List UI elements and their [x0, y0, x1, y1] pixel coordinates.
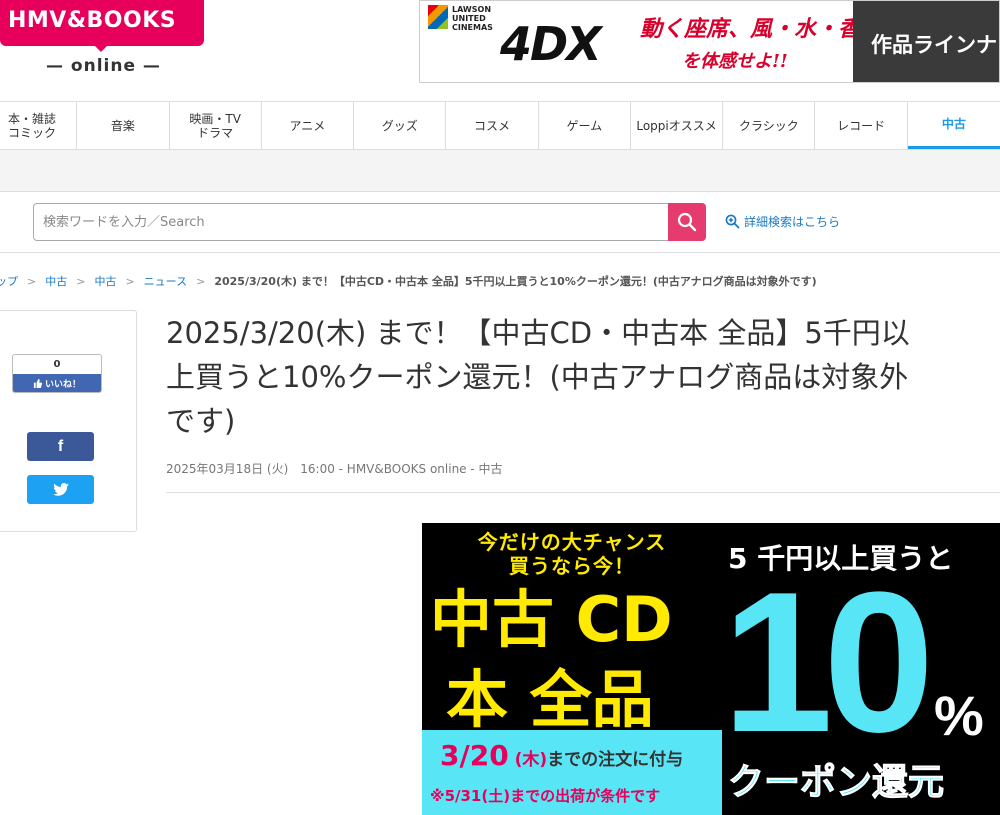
advanced-search-link[interactable]: 詳細検索はこちら	[725, 213, 840, 230]
promo-percent-sign: %	[934, 684, 984, 747]
promo-chance-line1: 今だけの大チャンス	[477, 530, 667, 554]
breadcrumb-separator: >	[196, 274, 206, 288]
nav-item-cosme[interactable]: コスメ	[446, 102, 539, 149]
breadcrumb-news[interactable]: ニュース	[144, 273, 187, 289]
lawson-logo: LAWSON UNITED CINEMAS	[428, 5, 493, 32]
article-divider	[166, 492, 1000, 493]
article-title: 2025/3/20(木) まで！【中古CD・中古本 全品】5千円以 上買うと10…	[166, 311, 1000, 446]
article-title-line2: 上買うと10%クーポン還元！(中古アナログ商品は対象外	[166, 360, 909, 394]
breadcrumb-separator: >	[76, 274, 86, 288]
breadcrumb-separator: >	[125, 274, 135, 288]
lawson-line1: LAWSON	[452, 5, 492, 14]
breadcrumb-used-2[interactable]: 中古	[94, 273, 116, 289]
breadcrumb-separator: >	[27, 274, 37, 288]
promo-date-rest: までの注文に付与	[547, 750, 684, 770]
advanced-search-label: 詳細検索はこちら	[744, 215, 841, 229]
lawson-cube-icon	[428, 5, 448, 29]
nav-item-books[interactable]: 本・雑誌 コミック	[0, 102, 78, 149]
lawson-line3: CINEMAS	[452, 23, 493, 32]
share-sidebar: 0 いいね！ f	[0, 310, 137, 532]
twitter-bird-icon	[52, 483, 69, 496]
zoom-in-icon	[725, 214, 740, 229]
nav-item-loppi[interactable]: Loppiオススメ	[631, 102, 724, 149]
like-count: 0	[53, 359, 61, 370]
logo-notch	[93, 44, 109, 52]
lawson-line2: UNITED	[452, 14, 486, 23]
sub-nav-strip	[0, 150, 1000, 192]
nav-item-music[interactable]: 音楽	[77, 102, 170, 149]
ad-cta-label: 作品ラインナ	[871, 33, 997, 57]
promo-shipping-note: ※5/31(土)までの出荷が条件です	[430, 787, 661, 805]
search-button[interactable]	[668, 203, 706, 241]
promo-used-cd: 中古 CD	[430, 583, 673, 656]
breadcrumb: ップ > 中古 > 中古 > ニュース > 2025/3/20(木) まで！【中…	[0, 273, 817, 289]
thumbs-up-icon	[33, 378, 42, 388]
like-label: いいね！	[44, 379, 81, 390]
nav-item-game[interactable]: ゲーム	[539, 102, 631, 149]
facebook-share-button[interactable]: f	[27, 432, 94, 461]
main-nav: 本・雑誌 コミック 音楽 映画・TV ドラマ アニメ グッズ コスメ ゲーム L…	[0, 101, 1000, 150]
promo-percent-number: 10	[722, 551, 934, 774]
ad-4dx-logo: 4DX	[500, 17, 602, 71]
facebook-icon: f	[57, 437, 64, 455]
nav-item-classic[interactable]: クラシック	[723, 102, 816, 149]
facebook-like-button[interactable]: 0 いいね！	[12, 354, 102, 393]
search-input[interactable]	[33, 203, 669, 241]
nav-item-record[interactable]: レコード	[815, 102, 908, 149]
ad-cta-panel[interactable]: 作品ラインナ	[853, 1, 999, 82]
promo-date: 3/20	[440, 739, 509, 772]
promo-weekday: (木)	[514, 750, 548, 770]
search-icon	[677, 212, 697, 232]
logo-text: HMV&BOOKS	[8, 8, 177, 33]
site-logo[interactable]: HMV&BOOKS — online —	[0, 0, 205, 95]
nav-item-movie-tv[interactable]: 映画・TV ドラマ	[170, 102, 262, 149]
article-title-line1: 2025/3/20(木) まで！【中古CD・中古本 全品】5千円以	[166, 316, 910, 350]
breadcrumb-current: 2025/3/20(木) まで！【中古CD・中古本 全品】5千円以上買うと10%…	[214, 275, 817, 288]
divider	[0, 252, 1000, 253]
nav-item-used[interactable]: 中古	[907, 102, 1000, 149]
twitter-share-button[interactable]	[27, 475, 94, 504]
breadcrumb-used[interactable]: 中古	[45, 273, 67, 289]
ad-copy-line1: 動く座席、風・水・香り	[640, 16, 883, 42]
nav-item-anime[interactable]: アニメ	[262, 102, 355, 149]
promo-chance-line2: 買うなら今！	[509, 554, 635, 578]
logo-box: HMV&BOOKS	[0, 0, 204, 46]
logo-subtitle: — online —	[46, 56, 161, 76]
promo-books-all: 本 全品	[446, 663, 654, 736]
article-meta: 2025年03月18日 (火) 16:00 - HMV&BOOKS online…	[166, 462, 503, 476]
article-title-line3: です)	[166, 404, 236, 438]
promo-banner[interactable]: 今だけの大チャンス 買うなら今！ 中古 CD 本 全品 3/20 (木)までの注…	[422, 523, 1000, 815]
nav-item-goods[interactable]: グッズ	[354, 102, 447, 149]
breadcrumb-top[interactable]: ップ	[0, 273, 18, 289]
ad-banner-4dx[interactable]: LAWSON UNITED CINEMAS 4DX 動く座席、風・水・香り を体…	[419, 0, 1000, 83]
ad-copy-line2: を体感せよ!!	[682, 51, 788, 72]
promo-coupon: クーポン還元	[727, 762, 945, 804]
promo-deadline: 3/20 (木)までの注文に付与	[440, 739, 683, 772]
